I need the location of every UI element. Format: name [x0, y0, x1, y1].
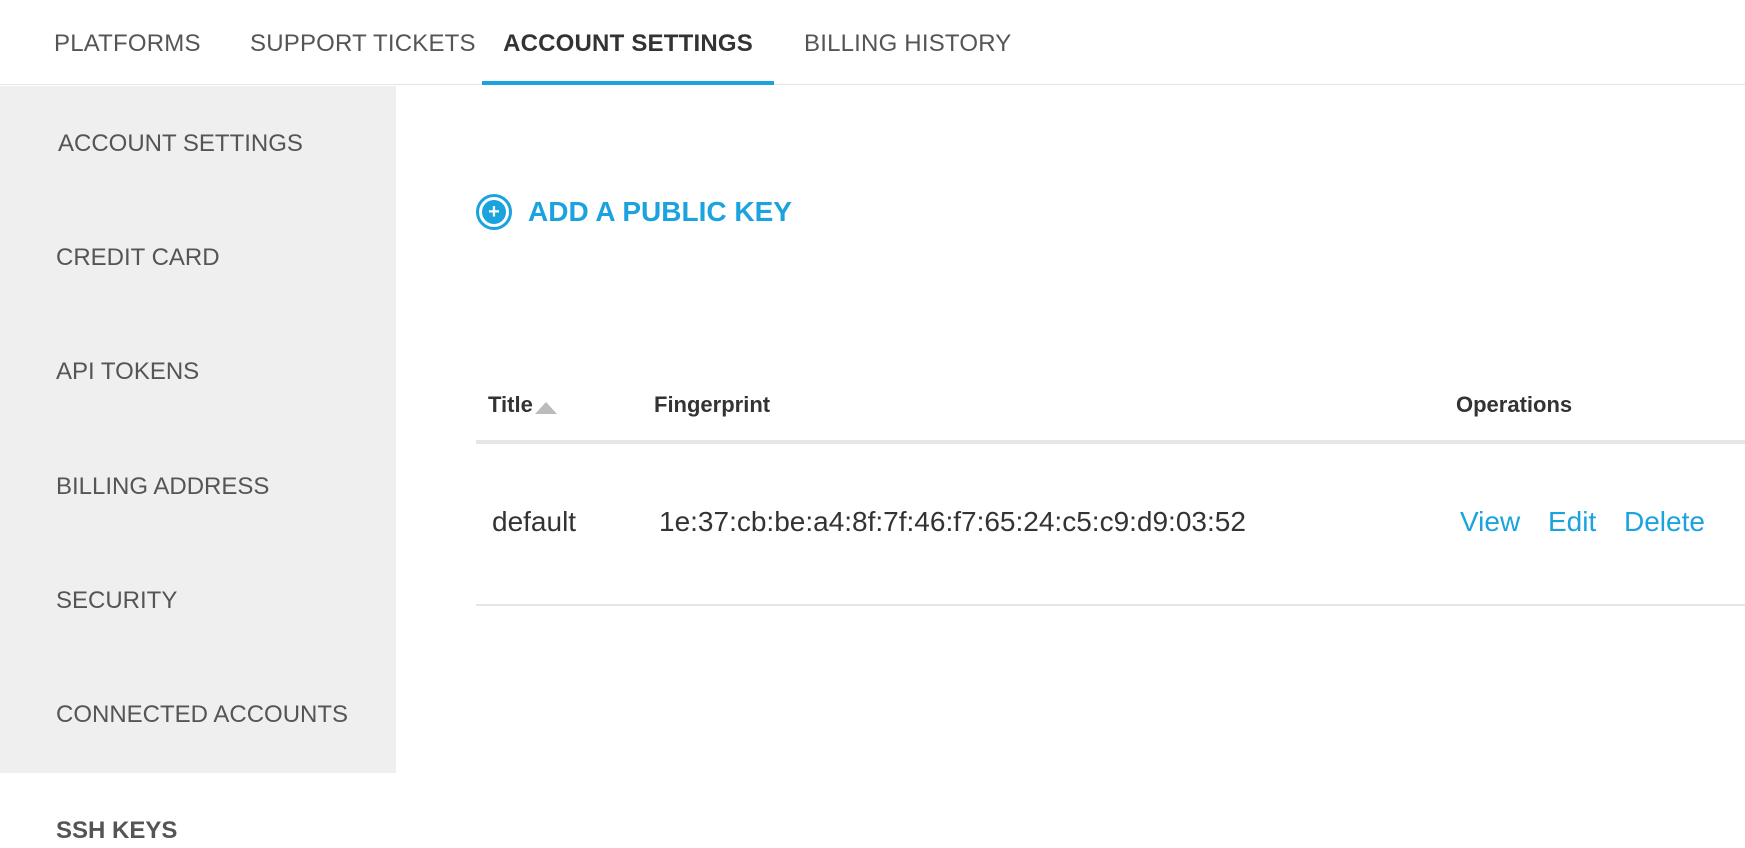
key-title-cell: default — [492, 506, 577, 537]
column-header-fingerprint: Fingerprint — [654, 392, 771, 417]
sidebar-item-api-tokens[interactable]: API TOKENS — [56, 358, 199, 386]
ssh-keys-table: Title Fingerprint Operations default 1e:… — [476, 306, 1745, 606]
tab-support-tickets[interactable]: SUPPORT TICKETS — [250, 0, 476, 85]
table-header: Title Fingerprint Operations — [476, 306, 1745, 444]
sidebar: ACCOUNT SETTINGS CREDIT CARD API TOKENS … — [0, 86, 396, 773]
sidebar-item-security[interactable]: SECURITY — [56, 587, 177, 615]
column-header-title[interactable]: Title — [488, 392, 557, 418]
add-public-key-label: ADD A PUBLIC KEY — [528, 196, 792, 227]
tab-account-settings[interactable]: ACCOUNT SETTINGS — [482, 0, 774, 85]
sort-ascending-icon — [534, 402, 557, 414]
sidebar-item-credit-card[interactable]: CREDIT CARD — [56, 244, 220, 272]
table-row: default 1e:37:cb:be:a4:8f:7f:46:f7:65:24… — [476, 444, 1745, 606]
sidebar-item-connected-accounts[interactable]: CONNECTED ACCOUNTS — [56, 701, 348, 729]
add-public-key-button[interactable]: + ADD A PUBLIC KEY — [476, 190, 792, 234]
tab-platforms[interactable]: PLATFORMS — [54, 0, 201, 85]
view-link[interactable]: View — [1460, 506, 1520, 538]
main-content: + ADD A PUBLIC KEY Title Fingerprint Ope… — [396, 86, 1745, 848]
sidebar-item-active-container: SSH KEYS — [16, 773, 396, 848]
sidebar-item-account-settings[interactable]: ACCOUNT SETTINGS — [58, 130, 303, 158]
top-navigation: PLATFORMS SUPPORT TICKETS ACCOUNT SETTIN… — [0, 0, 1745, 85]
edit-link[interactable]: Edit — [1548, 506, 1596, 538]
delete-link[interactable]: Delete — [1624, 506, 1705, 538]
sidebar-item-billing-address[interactable]: BILLING ADDRESS — [56, 473, 269, 501]
tab-billing-history[interactable]: BILLING HISTORY — [804, 0, 1012, 85]
column-header-operations: Operations — [1456, 392, 1573, 417]
sidebar-item-ssh-keys[interactable]: SSH KEYS — [56, 817, 177, 845]
key-fingerprint-cell: 1e:37:cb:be:a4:8f:7f:46:f7:65:24:c5:c9:d… — [659, 506, 1246, 537]
plus-circle-icon: + — [476, 194, 512, 230]
